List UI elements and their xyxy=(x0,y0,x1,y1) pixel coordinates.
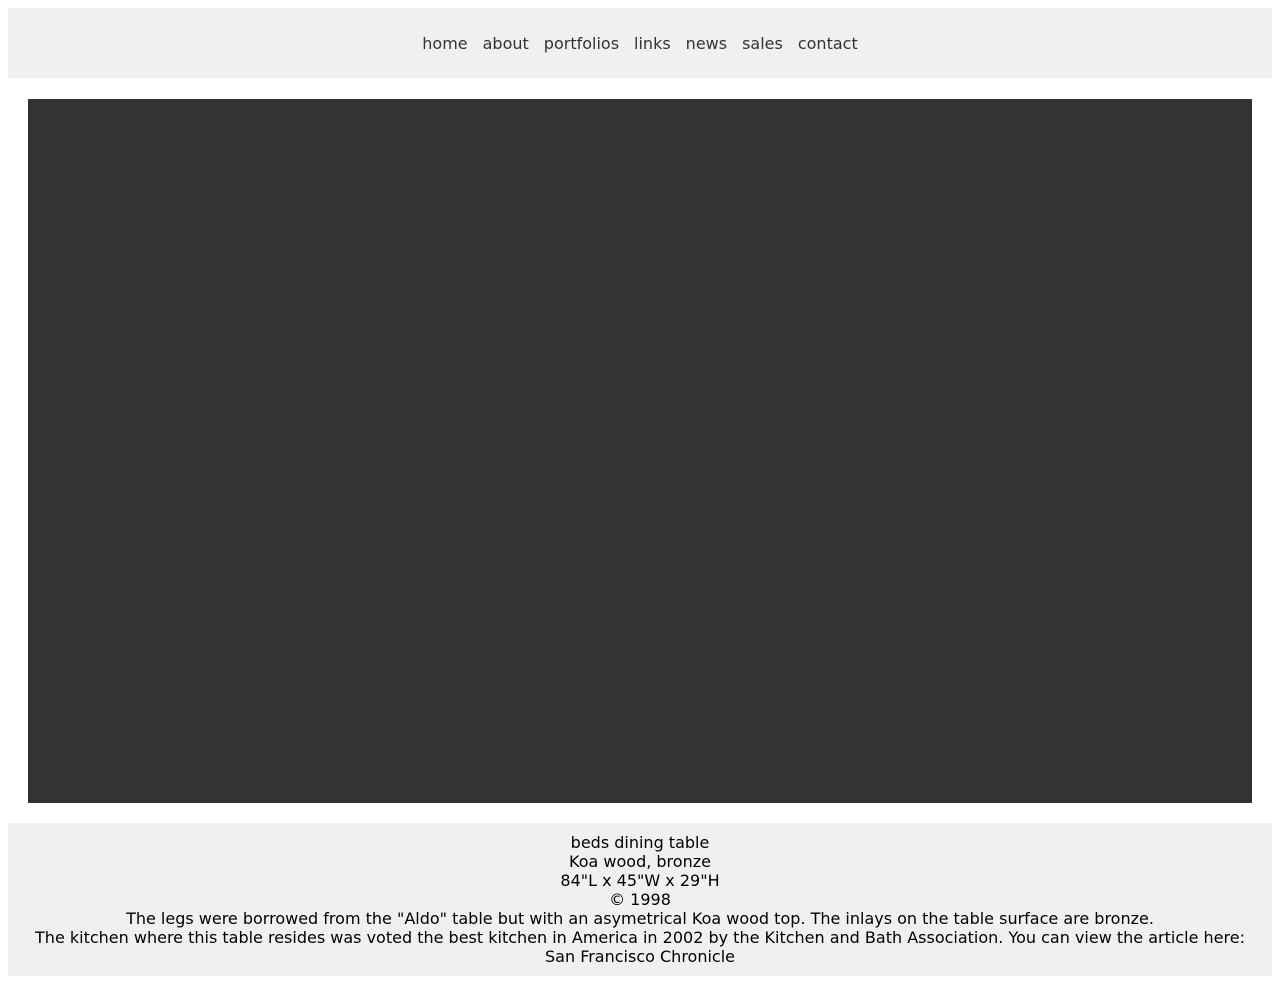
nav-item-portfolios: portfolios xyxy=(544,34,619,53)
nav-item-contact: contact xyxy=(798,34,858,53)
top-navigation-bar: home about portfolios links news sales c… xyxy=(8,8,1272,78)
nav-link-contact[interactable]: contact xyxy=(798,34,858,53)
nav-link-about[interactable]: about xyxy=(483,34,529,53)
nav-link-home[interactable]: home xyxy=(422,34,467,53)
artwork-title: beds dining table xyxy=(570,833,710,852)
nav-item-sales: sales xyxy=(742,34,783,53)
nav-item-news: news xyxy=(686,34,727,53)
artwork-copyright: © 1998 xyxy=(609,890,671,909)
artwork-caption: beds dining table Koa wood, bronze 84"L … xyxy=(8,823,1272,976)
kitchen-note: The kitchen where this table resides was… xyxy=(35,928,1245,947)
nav-item-about: about xyxy=(483,34,529,53)
artwork-description: The legs were borrowed from the "Aldo" t… xyxy=(126,909,1154,928)
nav-item-links: links xyxy=(634,34,671,53)
nav-link-sales[interactable]: sales xyxy=(742,34,783,53)
article-link[interactable]: San Francisco Chronicle xyxy=(545,947,735,966)
nav-item-home: home xyxy=(422,34,467,53)
artwork-dimensions: 84"L x 45"W x 29"H xyxy=(560,871,720,890)
nav-link-links[interactable]: links xyxy=(634,34,671,53)
artwork-image xyxy=(28,99,1252,803)
artwork-materials: Koa wood, bronze xyxy=(569,852,711,871)
nav-menu: home about portfolios links news sales c… xyxy=(422,34,857,53)
nav-link-news[interactable]: news xyxy=(686,34,727,53)
article-link-line: San Francisco Chronicle xyxy=(8,947,1272,966)
nav-link-portfolios[interactable]: portfolios xyxy=(544,34,619,53)
